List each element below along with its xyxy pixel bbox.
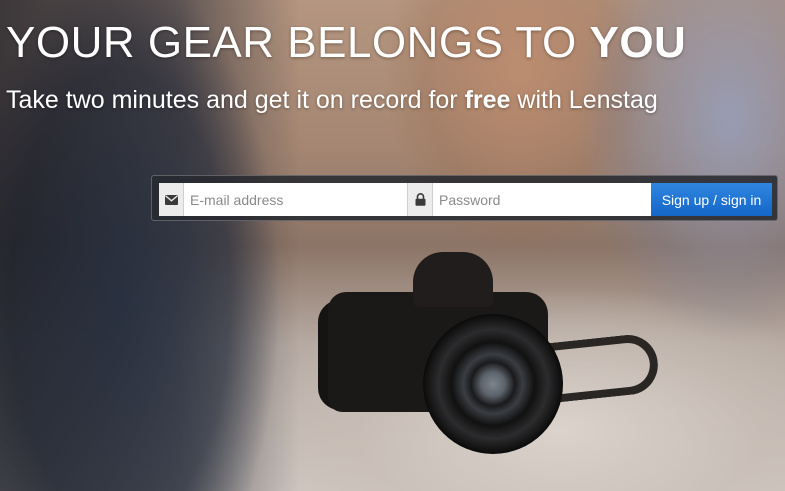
hero-subheadline-text: Take two minutes and get it on record fo… xyxy=(6,86,465,114)
lock-icon xyxy=(408,183,433,216)
hero-blurred-figure xyxy=(0,0,300,491)
email-input[interactable] xyxy=(184,184,407,215)
password-field-group xyxy=(407,183,651,216)
hero-headline: YOUR GEAR BELONGS TO YOU xyxy=(6,18,686,68)
email-field-group xyxy=(159,183,407,216)
signup-form: Sign up / sign in xyxy=(151,175,778,221)
hero-subheadline-emphasis: free xyxy=(464,86,511,114)
hero-headline-text: YOUR GEAR BELONGS TO xyxy=(6,18,590,67)
hero-headline-emphasis: YOU xyxy=(589,18,687,67)
signup-signin-button[interactable]: Sign up / sign in xyxy=(651,183,772,216)
hero-subheadline: Take two minutes and get it on record fo… xyxy=(6,86,658,115)
camera-image xyxy=(318,252,568,454)
hero-subheadline-tail: with Lenstag xyxy=(510,86,658,114)
password-input[interactable] xyxy=(433,184,651,215)
envelope-icon xyxy=(159,183,184,216)
